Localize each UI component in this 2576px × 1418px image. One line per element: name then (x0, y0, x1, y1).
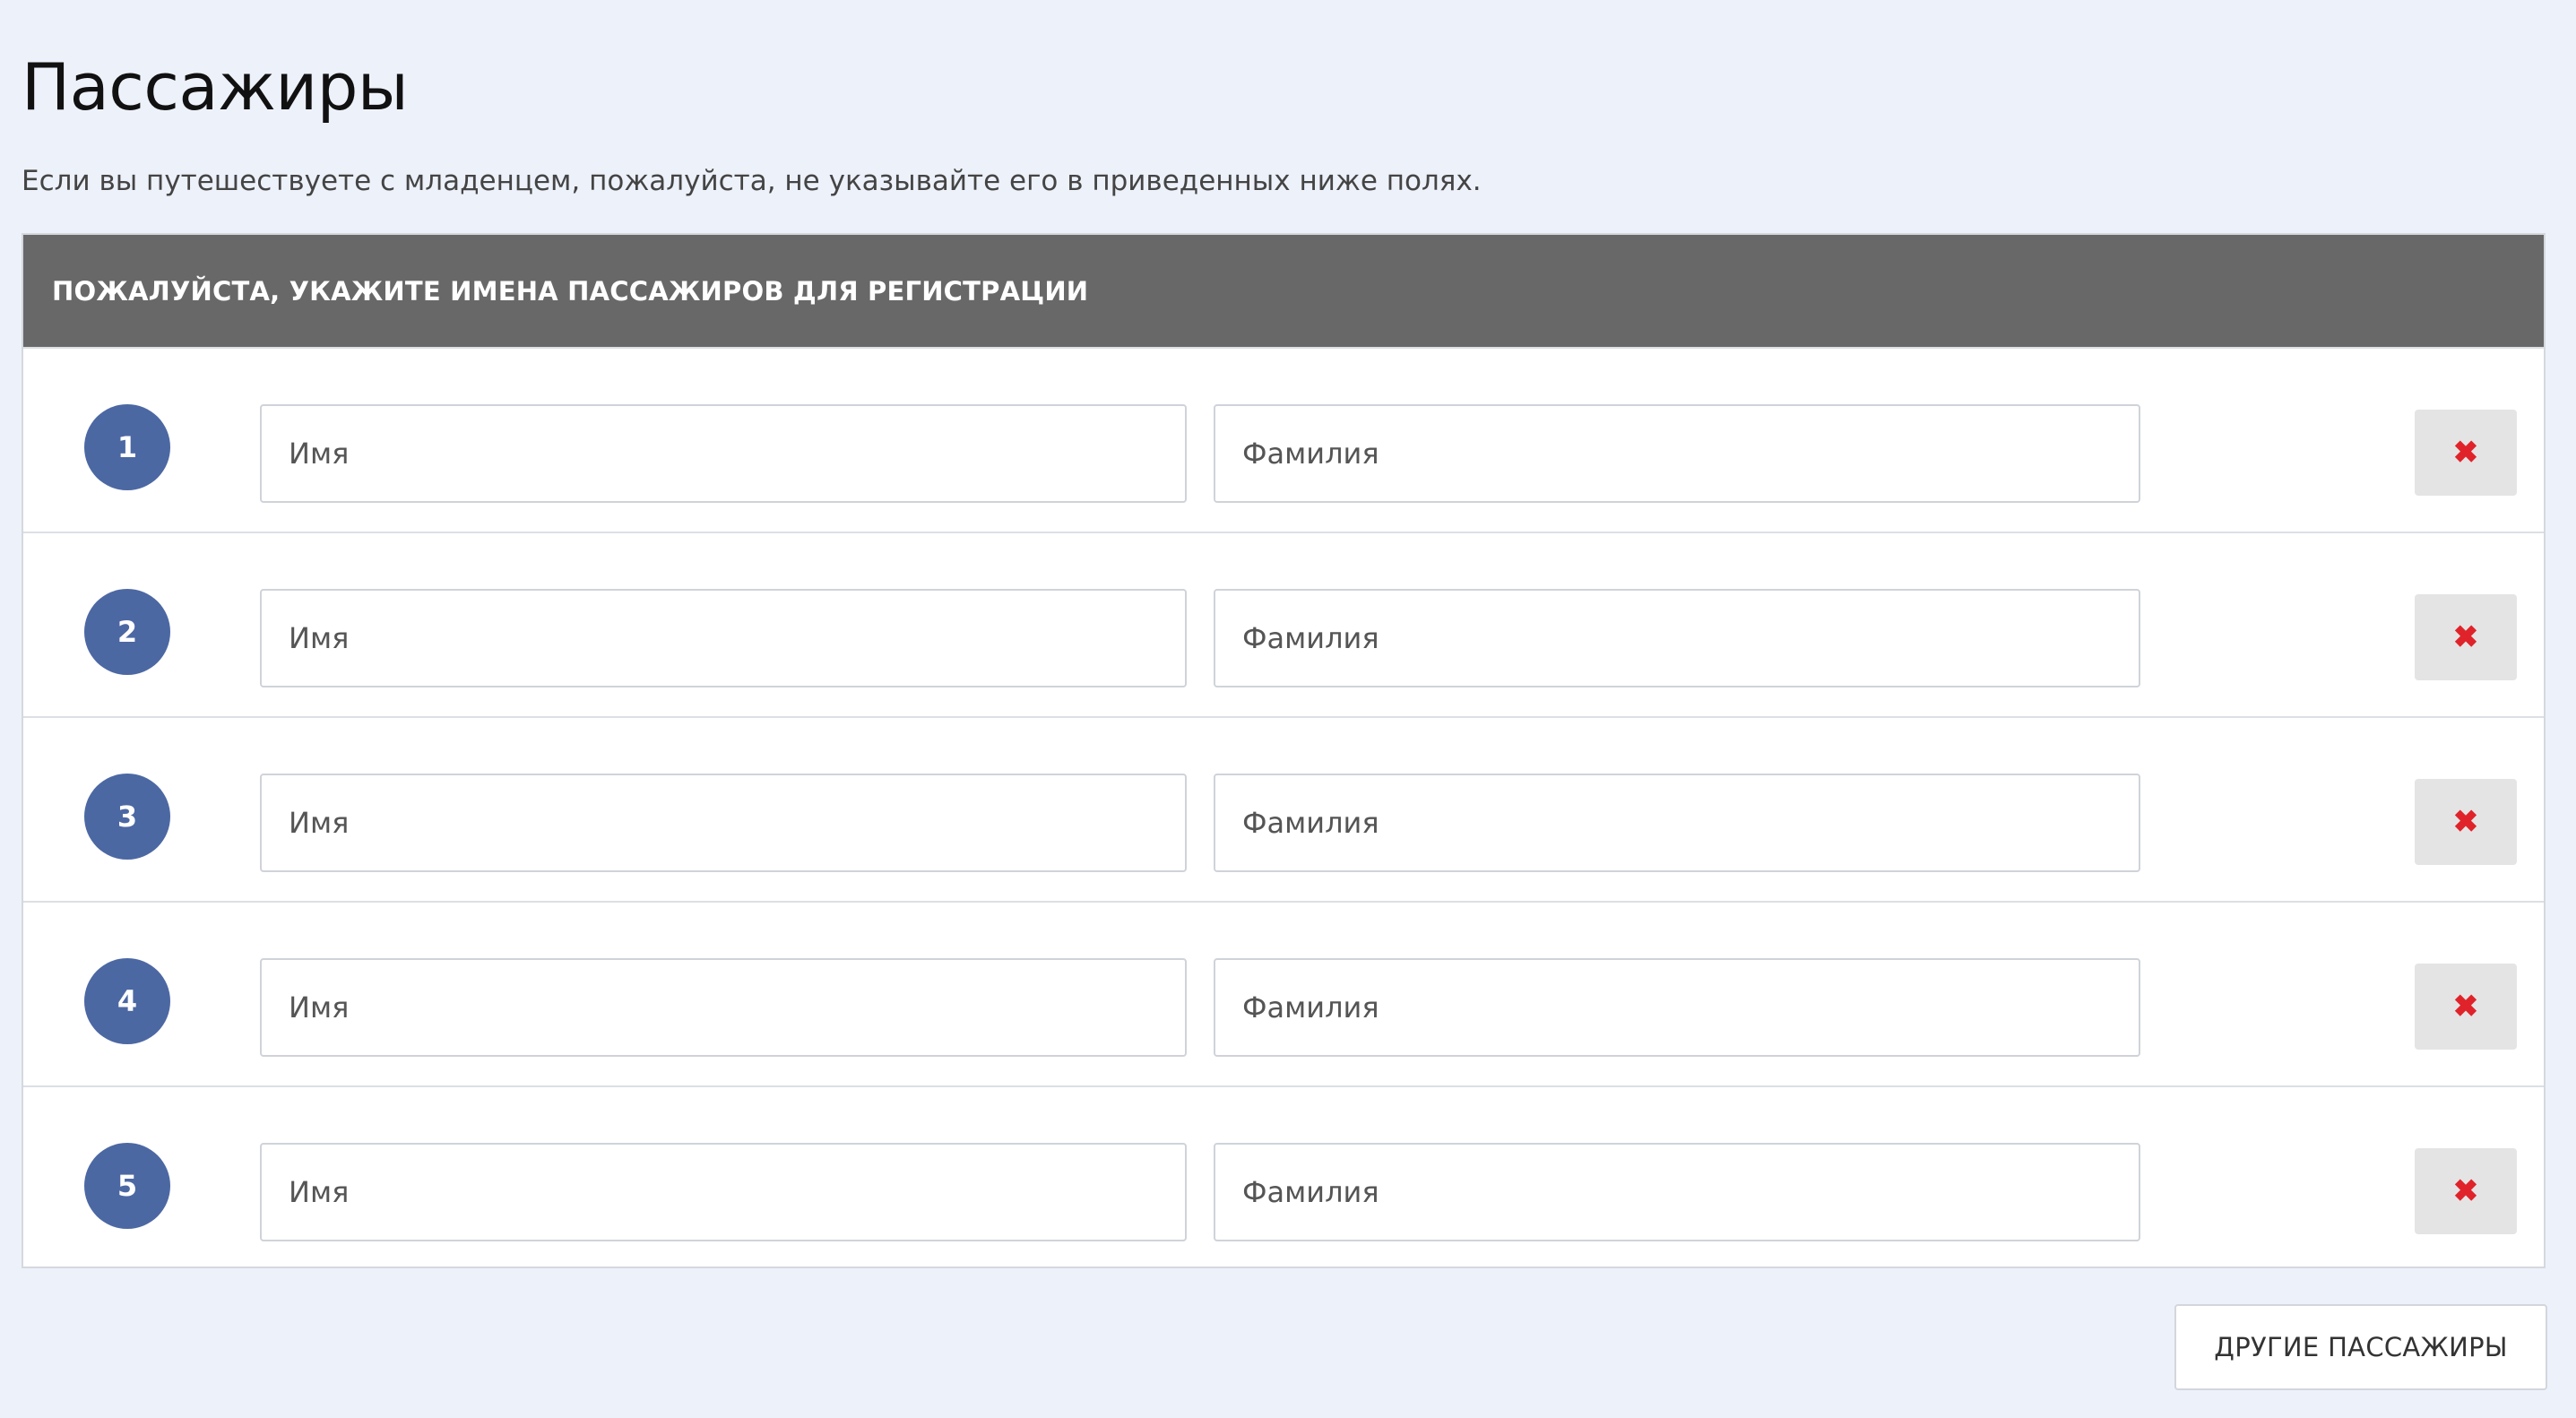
last-name-input[interactable] (1214, 1143, 2140, 1241)
last-name-input[interactable] (1214, 589, 2140, 687)
first-name-input[interactable] (260, 774, 1187, 872)
first-name-input[interactable] (260, 589, 1187, 687)
page-title: Пассажиры (22, 49, 409, 125)
first-name-input[interactable] (260, 958, 1187, 1057)
passenger-row-4: 4 ✖ (23, 901, 2544, 1085)
close-icon: ✖ (2452, 436, 2479, 470)
passengers-panel: ПОЖАЛУЙСТА, УКАЖИТЕ ИМЕНА ПАССАЖИРОВ ДЛЯ… (22, 233, 2546, 1268)
last-name-input[interactable] (1214, 958, 2140, 1057)
passenger-number-badge: 2 (84, 589, 170, 675)
passenger-number-badge: 4 (84, 958, 170, 1044)
passenger-row-5: 5 ✖ (23, 1085, 2544, 1270)
remove-passenger-button[interactable]: ✖ (2415, 594, 2517, 680)
passenger-number-badge: 5 (84, 1143, 170, 1229)
passenger-row-1: 1 ✖ (23, 347, 2544, 532)
last-name-input[interactable] (1214, 774, 2140, 872)
passenger-number-badge: 1 (84, 404, 170, 490)
passenger-row-2: 2 ✖ (23, 532, 2544, 716)
remove-passenger-button[interactable]: ✖ (2415, 779, 2517, 865)
remove-passenger-button[interactable]: ✖ (2415, 410, 2517, 496)
last-name-input[interactable] (1214, 404, 2140, 503)
more-passengers-button[interactable]: ДРУГИЕ ПАССАЖИРЫ (2174, 1304, 2547, 1390)
close-icon: ✖ (2452, 805, 2479, 839)
passenger-row-3: 3 ✖ (23, 716, 2544, 901)
close-icon: ✖ (2452, 1174, 2479, 1208)
first-name-input[interactable] (260, 1143, 1187, 1241)
first-name-input[interactable] (260, 404, 1187, 503)
panel-header: ПОЖАЛУЙСТА, УКАЖИТЕ ИМЕНА ПАССАЖИРОВ ДЛЯ… (23, 235, 2544, 347)
close-icon: ✖ (2452, 990, 2479, 1024)
page-subtitle: Если вы путешествуете с младенцем, пожал… (22, 165, 1482, 197)
remove-passenger-button[interactable]: ✖ (2415, 964, 2517, 1050)
passenger-number-badge: 3 (84, 774, 170, 860)
remove-passenger-button[interactable]: ✖ (2415, 1148, 2517, 1234)
close-icon: ✖ (2452, 620, 2479, 654)
